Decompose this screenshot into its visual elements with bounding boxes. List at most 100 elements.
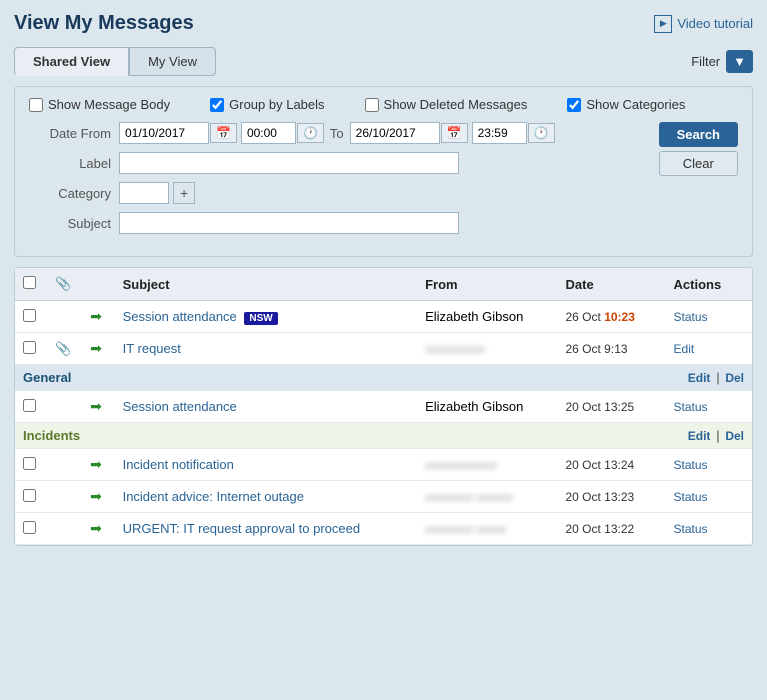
edit-action-link[interactable]: Edit: [674, 342, 695, 356]
col-date-header: Date: [558, 268, 666, 301]
col-from-header: From: [417, 268, 557, 301]
action-separator: |: [716, 370, 723, 385]
time-to-clock-button[interactable]: 🕐: [528, 123, 555, 143]
subject-link[interactable]: Session attendance: [123, 309, 237, 324]
row-checkbox[interactable]: [23, 457, 36, 470]
show-categories-option[interactable]: Show Categories: [567, 97, 685, 112]
col-checkbox: [15, 268, 47, 301]
filter-dropdown-button[interactable]: ▼: [726, 50, 753, 73]
group-actions: Edit | Del: [666, 423, 752, 449]
add-category-button[interactable]: +: [173, 182, 195, 204]
row-checkbox[interactable]: [23, 399, 36, 412]
date-cell: 20 Oct 13:23: [558, 481, 666, 513]
col-attachment-icon: 📎: [47, 268, 82, 301]
from-cell: xxxxxxxx xxxxx: [417, 513, 557, 545]
time-from-input[interactable]: [241, 122, 296, 144]
label-row: Label: [29, 152, 639, 174]
clear-button[interactable]: Clear: [659, 151, 738, 176]
to-label: To: [330, 126, 344, 141]
date-from-calendar-button[interactable]: 📅: [210, 123, 237, 143]
status-action-link[interactable]: Status: [674, 522, 708, 536]
subject-link[interactable]: IT request: [123, 341, 181, 356]
subject-link[interactable]: Session attendance: [123, 399, 237, 414]
show-deleted-messages-label: Show Deleted Messages: [384, 97, 528, 112]
arrow-icon: ➡: [90, 488, 102, 504]
options-panel: Show Message Body Group by Labels Show D…: [14, 86, 753, 257]
date-cell: 20 Oct 13:25: [558, 391, 666, 423]
subject-link[interactable]: URGENT: IT request approval to proceed: [123, 521, 361, 536]
options-row: Show Message Body Group by Labels Show D…: [29, 97, 738, 112]
time-to-input[interactable]: [472, 122, 527, 144]
group-by-labels-option[interactable]: Group by Labels: [210, 97, 324, 112]
row-checkbox[interactable]: [23, 309, 36, 322]
category-field-label: Category: [29, 186, 119, 201]
show-message-body-checkbox[interactable]: [29, 98, 43, 112]
time-from-clock-button[interactable]: 🕐: [297, 123, 324, 143]
table-row: ➡ Incident notification xxxxxxxxxxxx 20 …: [15, 449, 752, 481]
filter-label: Filter: [691, 54, 720, 69]
group-del-link[interactable]: Del: [725, 371, 744, 385]
subject-link[interactable]: Incident advice: Internet outage: [123, 489, 304, 504]
show-categories-checkbox[interactable]: [567, 98, 581, 112]
video-tutorial-link[interactable]: ▶ Video tutorial: [654, 15, 753, 33]
messages-panel: 📎 Subject From Date Actions ➡ Session at…: [14, 267, 753, 546]
status-action-link[interactable]: Status: [674, 400, 708, 414]
select-all-checkbox[interactable]: [23, 276, 36, 289]
category-input[interactable]: [119, 182, 169, 204]
tab-my-view[interactable]: My View: [129, 47, 216, 76]
subject-link[interactable]: Incident notification: [123, 457, 234, 472]
row-checkbox[interactable]: [23, 341, 36, 354]
date-to-calendar-button[interactable]: 📅: [441, 123, 468, 143]
video-tutorial-label: Video tutorial: [677, 16, 753, 31]
group-row-general: General Edit | Del: [15, 365, 752, 391]
from-cell: xxxxxxxxxxxx: [417, 449, 557, 481]
play-icon: ▶: [654, 15, 672, 33]
label-input[interactable]: [119, 152, 459, 174]
date-to-input[interactable]: [350, 122, 440, 144]
status-action-link[interactable]: Status: [674, 490, 708, 504]
group-edit-link[interactable]: Edit: [688, 429, 711, 443]
blurred-from: xxxxxxxxxxxx: [425, 458, 497, 472]
date-from-row: Date From 📅 🕐 To 📅 🕐: [29, 122, 639, 144]
group-by-labels-checkbox[interactable]: [210, 98, 224, 112]
filter-area: Filter ▼: [691, 50, 753, 73]
table-row: ➡ URGENT: IT request approval to proceed…: [15, 513, 752, 545]
status-action-link[interactable]: Status: [674, 310, 708, 324]
from-cell: Elizabeth Gibson: [417, 391, 557, 423]
row-checkbox[interactable]: [23, 521, 36, 534]
blurred-from: xxxxxxxx xxxxxx: [425, 490, 512, 504]
col-subject-header: Subject: [115, 268, 417, 301]
subject-input[interactable]: [119, 212, 459, 234]
show-deleted-messages-option[interactable]: Show Deleted Messages: [365, 97, 528, 112]
search-button[interactable]: Search: [659, 122, 738, 147]
group-edit-link[interactable]: Edit: [688, 371, 711, 385]
blurred-from: xxxxxxxx xxxxx: [425, 522, 506, 536]
form-fields: Date From 📅 🕐 To 📅 🕐 Labe: [29, 122, 639, 242]
label-badge: NSW: [244, 312, 277, 325]
tab-shared-view[interactable]: Shared View: [14, 47, 129, 76]
show-message-body-option[interactable]: Show Message Body: [29, 97, 170, 112]
col-actions-header: Actions: [666, 268, 752, 301]
group-by-labels-label: Group by Labels: [229, 97, 324, 112]
status-action-link[interactable]: Status: [674, 458, 708, 472]
action-separator: |: [716, 428, 723, 443]
page-title: View My Messages: [14, 12, 194, 35]
show-deleted-messages-checkbox[interactable]: [365, 98, 379, 112]
group-actions: Edit | Del: [666, 365, 752, 391]
arrow-icon: ➡: [90, 398, 102, 414]
date-from-input[interactable]: [119, 122, 209, 144]
from-cell: xxxxxxxxxx: [417, 333, 557, 365]
date-fields-container: 📅 🕐 To 📅 🕐: [119, 122, 639, 144]
table-header-row: 📎 Subject From Date Actions: [15, 268, 752, 301]
blurred-from: xxxxxxxxxx: [425, 342, 485, 356]
arrow-icon: ➡: [90, 456, 102, 472]
paperclip-icon: 📎: [55, 276, 71, 291]
subject-field-label: Subject: [29, 216, 119, 231]
search-form: Date From 📅 🕐 To 📅 🕐 Labe: [29, 122, 738, 242]
group-del-link[interactable]: Del: [725, 429, 744, 443]
table-row: ➡ Session attendance Elizabeth Gibson 20…: [15, 391, 752, 423]
row-checkbox[interactable]: [23, 489, 36, 502]
group-label: Incidents: [15, 423, 666, 449]
table-row: 📎 ➡ IT request xxxxxxxxxx 26 Oct 9:13 Ed…: [15, 333, 752, 365]
table-row: ➡ Session attendance NSW Elizabeth Gibso…: [15, 301, 752, 333]
